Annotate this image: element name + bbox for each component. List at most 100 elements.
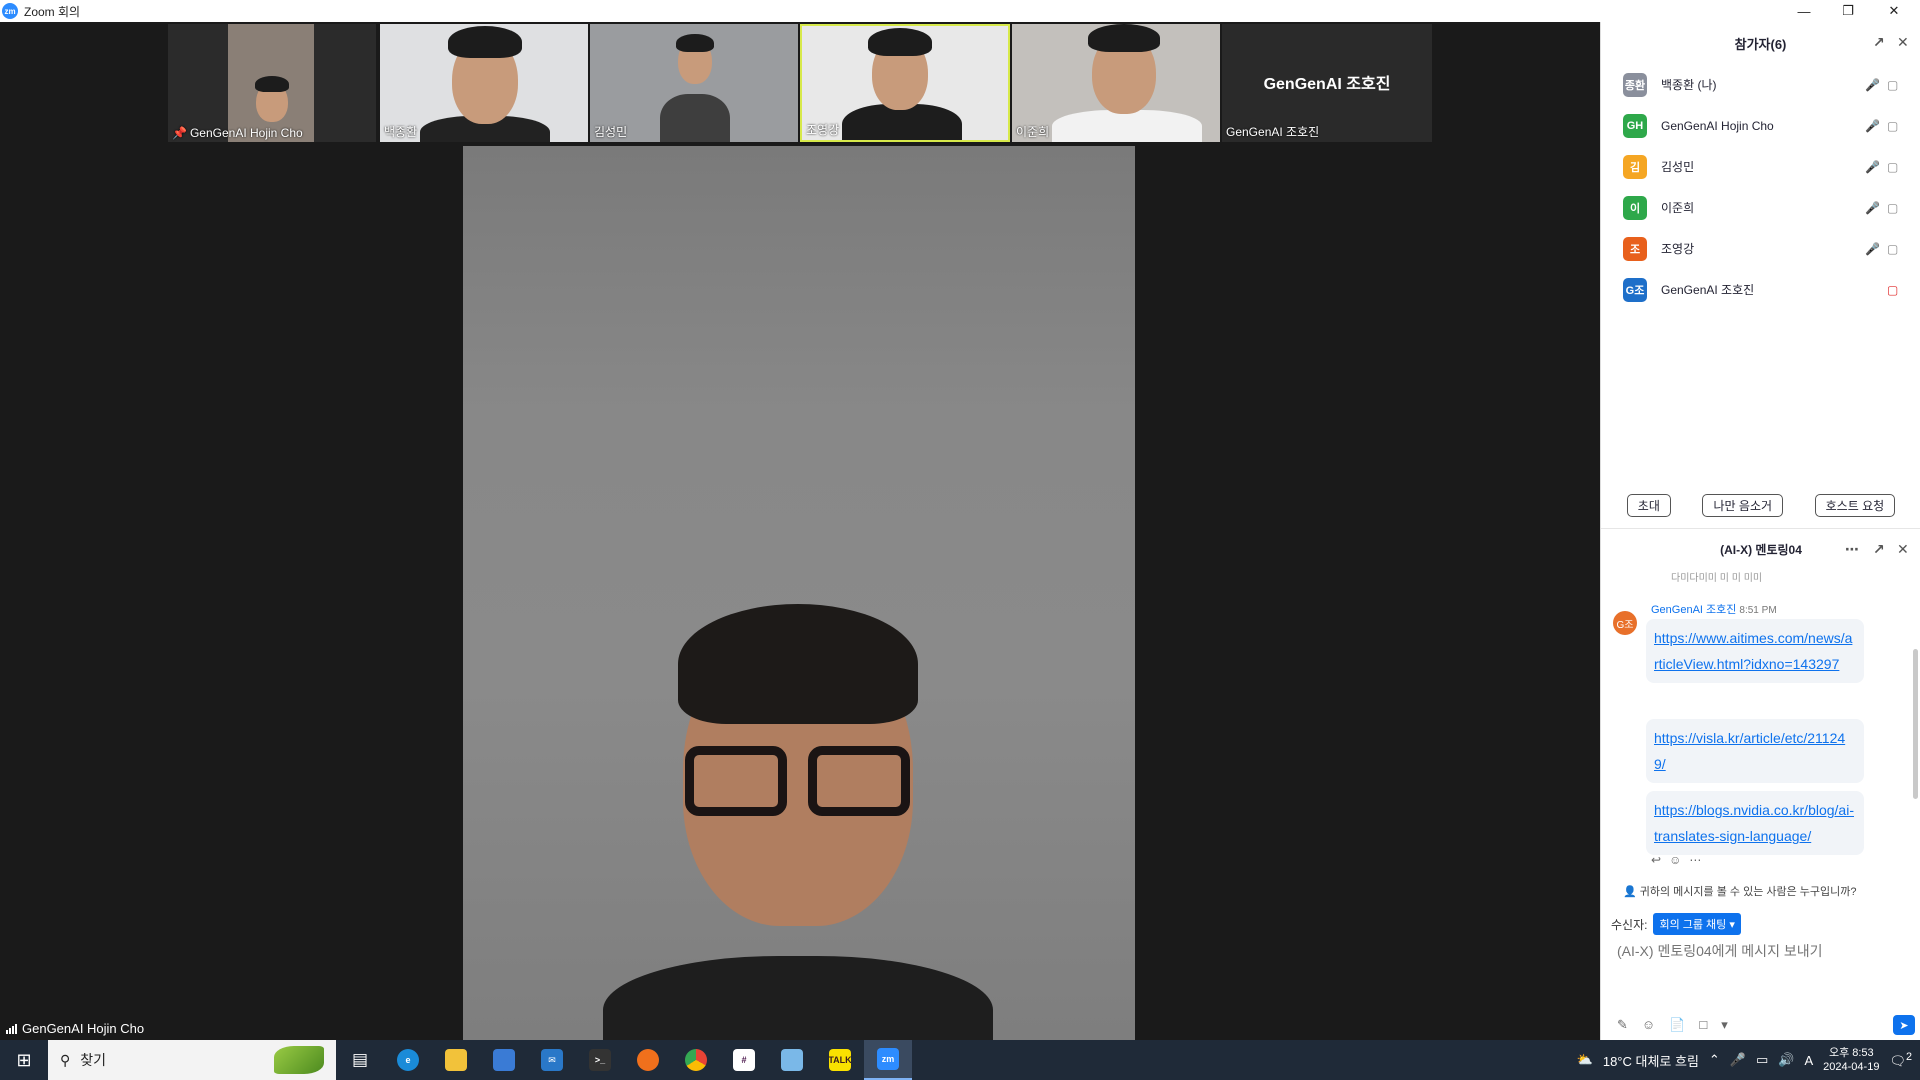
zoom-logo-icon: zm (2, 3, 18, 19)
avatar: GH (1623, 113, 1647, 138)
reply-icon[interactable]: ↩ (1651, 853, 1661, 867)
participant-row[interactable]: 종환 백종환 (나) 🎤 ▢ (1601, 64, 1920, 105)
title-bar: zm Zoom 회의 — ❐ ✕ (0, 0, 1920, 22)
file-explorer-icon[interactable] (432, 1040, 480, 1080)
screenshot-icon[interactable]: □ (1699, 1017, 1707, 1033)
send-button[interactable]: ➤ (1893, 1015, 1915, 1035)
participant-row[interactable]: 조 조영강 🎤 ▢ (1601, 228, 1920, 269)
sender-name[interactable]: GenGenAI 조호진 (1651, 604, 1736, 616)
volume-icon[interactable]: 🔊 (1778, 1052, 1794, 1068)
popout-icon[interactable]: ↗ (1873, 541, 1885, 558)
close-icon[interactable]: ✕ (1897, 541, 1909, 558)
thumbnail-lee[interactable]: 이준희 (1012, 24, 1220, 142)
clipped-message-text: 다미다미미 미 미 미미 (1671, 573, 1763, 584)
file-icon[interactable]: 📄 (1669, 1017, 1685, 1033)
camera-icon[interactable]: ▢ (1887, 242, 1898, 256)
notification-count: 2 (1905, 1050, 1912, 1063)
emoji-icon[interactable]: ☺ (1642, 1017, 1655, 1033)
chat-link[interactable]: https://blogs.nvidia.co.kr/blog/ai-trans… (1646, 791, 1864, 855)
photos-icon[interactable] (624, 1040, 672, 1080)
more-icon[interactable]: ⋯ (1845, 541, 1859, 558)
chat-input[interactable] (1617, 943, 1907, 959)
who-can-see-link[interactable]: 👤 귀하의 메시지를 볼 수 있는 사람은 누구입니까? (1623, 883, 1857, 899)
chevron-up-icon[interactable]: ⌃ (1709, 1052, 1720, 1068)
avatar: 종환 (1623, 72, 1647, 97)
side-panel: 참가자(6) ↗ ✕ 종환 백종환 (나) 🎤 ▢ GH GenGenAI Ho… (1600, 22, 1920, 1040)
microphone-icon[interactable]: 🎤 (1865, 242, 1880, 256)
host-request-button[interactable]: 호스트 요청 (1814, 494, 1896, 517)
chat-scrollbar[interactable] (1913, 649, 1918, 799)
participant-row[interactable]: 이 이준희 🎤 ▢ (1601, 187, 1920, 228)
thumbnail-strip: 📌 GenGenAI Hojin Cho 백종환 김성민 조영강 이준희 Gen… (0, 22, 1600, 144)
popout-icon[interactable]: ↗ (1873, 34, 1885, 51)
clock[interactable]: 오후 8:53 2024-04-19 (1823, 1046, 1879, 1074)
taskbar: ⊞ ⚲ 찾기 ▤ e ✉ >_ # TALK zm ⛅ 18°C 대체로 흐림 … (0, 1040, 1920, 1080)
thumbnail-baek[interactable]: 백종환 (380, 24, 588, 142)
slack-icon[interactable]: # (720, 1040, 768, 1080)
mute-me-button[interactable]: 나만 음소거 (1702, 494, 1784, 517)
chat-messages: 다미다미미 미 미 미미 G조 GenGenAI 조호진 8:51 PM http… (1601, 569, 1920, 879)
chat-link[interactable]: https://www.aitimes.com/news/articleView… (1646, 619, 1864, 683)
thumbnail-cho-younggang[interactable]: 조영강 (800, 24, 1010, 142)
microphone-icon[interactable]: 🎤 (1730, 1052, 1746, 1068)
chevron-down-icon[interactable]: ▾ (1721, 1017, 1728, 1033)
avatar: G조 (1613, 611, 1637, 635)
ime-indicator[interactable]: A (1805, 1053, 1814, 1068)
clock-time: 오후 8:53 (1828, 1047, 1874, 1059)
invite-button[interactable]: 초대 (1626, 494, 1671, 517)
minimize-icon[interactable]: — (1782, 0, 1826, 22)
clock-date: 2024-04-19 (1823, 1061, 1880, 1073)
taskbar-search[interactable]: ⚲ 찾기 (48, 1040, 336, 1080)
edge-icon[interactable]: e (384, 1040, 432, 1080)
zoom-icon[interactable]: zm (864, 1040, 912, 1080)
terminal-icon[interactable]: >_ (576, 1040, 624, 1080)
search-highlight-image (274, 1046, 324, 1074)
chat-header: (AI-X) 멘토링04 ⋯ ↗ ✕ (1601, 529, 1920, 569)
kakaotalk-icon[interactable]: TALK (816, 1040, 864, 1080)
weather-icon[interactable]: ⛅ (1577, 1052, 1593, 1068)
microphone-icon[interactable]: 🎤 (1865, 201, 1880, 215)
format-icon[interactable]: ✎ (1617, 1017, 1628, 1033)
close-icon[interactable]: ✕ (1897, 34, 1909, 51)
camera-off-icon[interactable]: ▢ (1887, 283, 1898, 297)
microphone-icon[interactable]: 🎤 (1865, 78, 1880, 92)
thumbnail-kim[interactable]: 김성민 (590, 24, 798, 142)
participant-row[interactable]: 김 김성민 🎤 ▢ (1601, 146, 1920, 187)
thumbnail-hojin-cho[interactable]: 📌 GenGenAI Hojin Cho (168, 24, 376, 142)
camera-icon[interactable]: ▢ (1887, 78, 1898, 92)
microphone-icon[interactable]: 🎤 (1865, 119, 1880, 133)
thumbnail-gengenai-hojin[interactable]: GenGenAI 조호진 GenGenAI 조호진 (1222, 24, 1432, 142)
camera-icon[interactable]: ▢ (1887, 119, 1898, 133)
send-icon: ➤ (1899, 1019, 1909, 1032)
close-icon[interactable]: ✕ (1872, 0, 1916, 22)
microphone-icon[interactable]: 🎤 (1865, 160, 1880, 174)
active-speaker-video (463, 146, 1135, 1040)
emoji-reaction-icon[interactable]: ☺ (1669, 853, 1681, 867)
participant-row[interactable]: GH GenGenAI Hojin Cho 🎤 ▢ (1601, 105, 1920, 146)
store-icon[interactable] (480, 1040, 528, 1080)
camera-icon[interactable]: ▢ (1887, 160, 1898, 174)
avatar: G조 (1623, 277, 1647, 302)
chat-link[interactable]: https://visla.kr/article/etc/211249/ (1646, 719, 1864, 783)
notification-icon[interactable]: 🗨2 (1889, 1051, 1912, 1069)
participant-row[interactable]: G조 GenGenAI 조호진 ▢ (1601, 269, 1920, 310)
notepad-icon[interactable] (768, 1040, 816, 1080)
avatar: 이 (1623, 195, 1647, 220)
signal-strength-icon (6, 1023, 17, 1034)
video-area: 📌 GenGenAI Hojin Cho 백종환 김성민 조영강 이준희 Gen… (0, 22, 1600, 1040)
more-icon[interactable]: ⋯ (1689, 853, 1701, 867)
search-icon: ⚲ (60, 1051, 71, 1068)
thumbnail-label: 📌 GenGenAI Hojin Cho (172, 126, 303, 140)
participant-name: GenGenAI 조호진 (1661, 283, 1755, 297)
participant-name: 김성민 (1661, 160, 1695, 174)
restore-icon[interactable]: ❐ (1826, 0, 1870, 22)
windows-start-icon[interactable]: ⊞ (0, 1040, 48, 1080)
mail-icon[interactable]: ✉ (528, 1040, 576, 1080)
task-view-icon[interactable]: ▤ (336, 1040, 384, 1080)
glasses (685, 746, 787, 816)
recipient-select[interactable]: 회의 그룹 채팅 ▾ (1653, 913, 1741, 935)
camera-icon[interactable]: ▢ (1887, 201, 1898, 215)
weather-text[interactable]: 18°C 대체로 흐림 (1603, 1051, 1699, 1070)
chrome-icon[interactable] (672, 1040, 720, 1080)
network-icon[interactable]: ▭ (1756, 1052, 1768, 1068)
